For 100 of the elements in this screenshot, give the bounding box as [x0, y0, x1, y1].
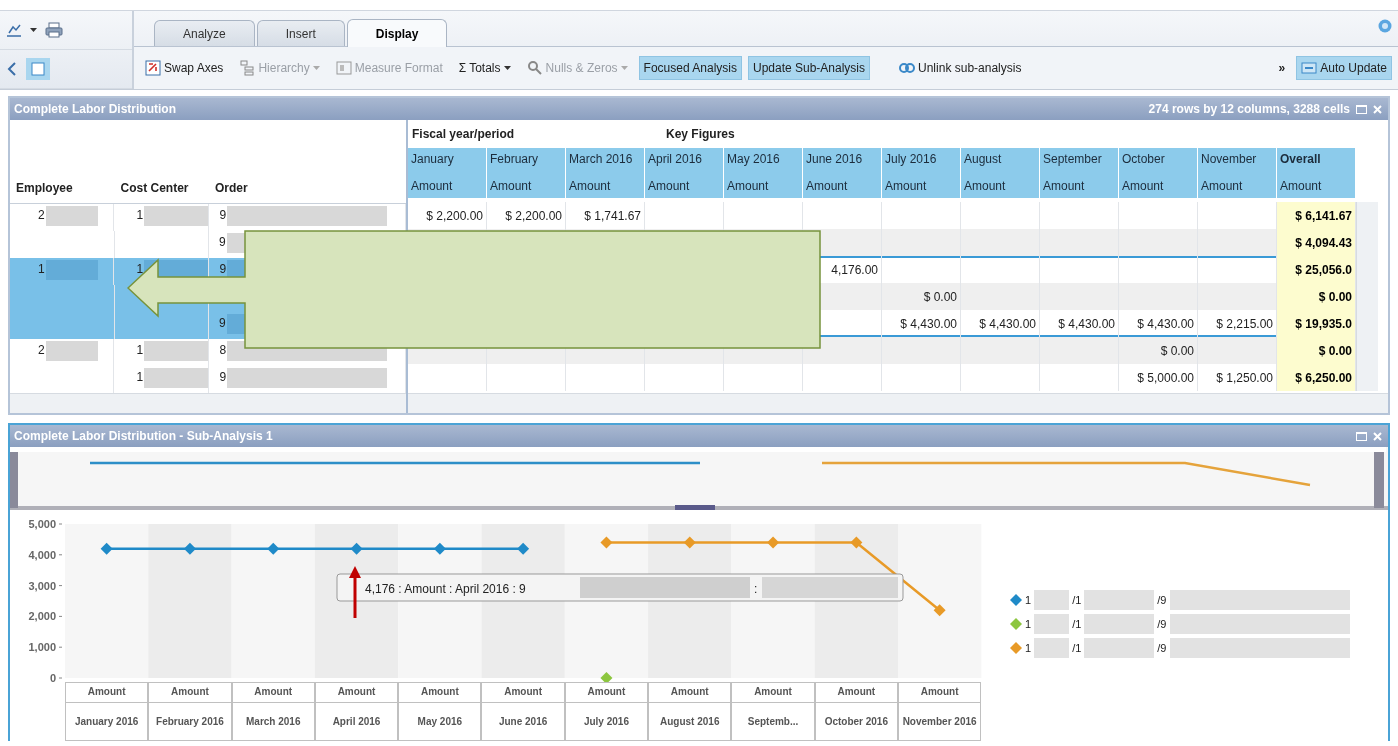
- axis-label: Septemb...: [731, 703, 815, 741]
- row-header[interactable]: 1: [10, 258, 115, 285]
- table-cell: $ 6,141.67: [1277, 202, 1356, 229]
- toolbar-button[interactable]: Auto Update: [1296, 56, 1392, 80]
- table-cell: $ 4,094.43: [1277, 229, 1356, 256]
- toolbar-button[interactable]: Focused Analysis: [638, 56, 742, 80]
- close-icon[interactable]: [1373, 104, 1382, 114]
- axis-label: Amount: [398, 682, 482, 703]
- data-point[interactable]: [767, 536, 780, 549]
- chain-link-icon: [899, 60, 916, 76]
- row-header[interactable]: 2: [10, 204, 115, 231]
- maximize-icon[interactable]: [1356, 104, 1367, 114]
- scrollbar[interactable]: [10, 393, 406, 413]
- data-point[interactable]: [267, 542, 280, 555]
- column-header: June 2016: [803, 148, 882, 172]
- tab[interactable]: Analyze: [154, 20, 255, 46]
- axis-label: Amount: [481, 682, 565, 703]
- data-point[interactable]: [850, 536, 863, 549]
- table-cell: $ 25,056.0: [1277, 256, 1356, 283]
- data-point[interactable]: [517, 542, 530, 555]
- caret-icon: [503, 65, 511, 71]
- column-header: Amount: [1119, 172, 1198, 198]
- row-header-cell-text: 8: [219, 342, 227, 359]
- axis-label: March 2016: [231, 703, 315, 741]
- swap-axes-icon: [145, 60, 161, 76]
- axis-tick-label: 3,000: [28, 579, 56, 592]
- scrollbar[interactable]: [408, 393, 1388, 413]
- column-header: Amount: [487, 172, 566, 198]
- legend-label: /9: [1157, 616, 1167, 632]
- overflow-button[interactable]: »: [1273, 56, 1291, 80]
- axis-label: Amount: [564, 682, 649, 703]
- row-header-cell-text: 9: [219, 369, 227, 386]
- table-cell: $ 19,935.0: [1277, 310, 1356, 337]
- toolbar-button[interactable]: Unlink sub-analysis: [894, 56, 1027, 80]
- table-cell: $ 0.00: [1277, 283, 1356, 310]
- column-header: Amount: [1198, 172, 1277, 198]
- axis-tick-label: 4,000: [28, 548, 56, 561]
- redacted-block: [1084, 638, 1155, 658]
- data-point[interactable]: [433, 542, 446, 555]
- redacted-block: [144, 368, 209, 388]
- legend-label: 1: [1025, 640, 1032, 656]
- toolbar-button[interactable]: Σ Totals: [453, 56, 516, 80]
- print-icon[interactable]: [45, 22, 63, 38]
- column-header: April 2016: [645, 148, 724, 172]
- axis-label: Amount: [231, 682, 315, 703]
- row-header-cell-text: 1: [136, 207, 144, 224]
- row-header[interactable]: [114, 312, 210, 339]
- axis-label: April 2016: [314, 703, 399, 741]
- tab[interactable]: Display: [346, 19, 448, 47]
- scrollbar[interactable]: [1356, 202, 1378, 391]
- data-point[interactable]: [350, 542, 363, 555]
- axis-tick-label: 2,000: [28, 610, 56, 623]
- data-point[interactable]: [683, 536, 696, 549]
- data-point[interactable]: [933, 604, 946, 617]
- axis-label: August 2016: [648, 703, 732, 741]
- table-cell: $ 5,000.00: [1119, 364, 1198, 391]
- legend-label: /1: [1072, 616, 1082, 632]
- row-header-cell-text: 1: [136, 261, 144, 278]
- redacted-block: [1084, 590, 1155, 610]
- caret-icon: [312, 65, 320, 71]
- legend-label: /9: [1157, 640, 1167, 656]
- row-header[interactable]: 2: [10, 339, 115, 366]
- tab[interactable]: Insert: [256, 20, 345, 46]
- column-header: January: [408, 148, 487, 172]
- legend-label: 1: [1025, 592, 1032, 608]
- export-icon[interactable]: [6, 23, 22, 37]
- data-point[interactable]: [100, 542, 113, 555]
- column-header: Amount: [645, 172, 724, 198]
- row-header-cell-text: 9: [219, 207, 227, 224]
- legend-label: /1: [1072, 592, 1082, 608]
- caret-icon[interactable]: [30, 27, 37, 33]
- range-navigator-drawing[interactable]: [10, 447, 1386, 510]
- column-header: Amount: [803, 172, 882, 198]
- column-header: Amount: [1277, 172, 1356, 198]
- column-group-label: Key Figures: [666, 126, 735, 143]
- column-header: Order: [214, 180, 249, 197]
- column-header: Amount: [408, 172, 487, 198]
- axis-label: June 2016: [481, 703, 565, 741]
- toolbar-button[interactable]: Swap Axes: [140, 56, 229, 80]
- toolbar-button[interactable]: Update Sub-Analysis: [747, 56, 871, 80]
- help-icon[interactable]: [1378, 19, 1392, 33]
- caret-icon: [620, 65, 628, 71]
- axis-label: Amount: [731, 682, 815, 703]
- data-point[interactable]: [183, 542, 196, 555]
- redacted-block: [144, 206, 209, 226]
- data-point[interactable]: [600, 672, 613, 682]
- axis-tick-label: 1,000: [28, 641, 56, 654]
- axis-label: October 2016: [814, 703, 898, 741]
- table-cell: $ 0.00: [882, 283, 961, 310]
- close-icon[interactable]: [1373, 431, 1382, 441]
- panel-toggle-icon[interactable]: [26, 58, 50, 80]
- tooltip-text: :: [754, 582, 758, 596]
- redacted-block: [45, 341, 98, 361]
- axis-label: Amount: [148, 682, 232, 703]
- redacted-block: [45, 206, 98, 226]
- maximize-icon[interactable]: [1356, 431, 1367, 441]
- axis-label: Amount: [648, 682, 732, 703]
- axis-label: Amount: [897, 682, 982, 703]
- panel-title: Complete Labor Distribution - Sub-Analysis 1: [14, 428, 273, 445]
- data-point[interactable]: [600, 536, 613, 549]
